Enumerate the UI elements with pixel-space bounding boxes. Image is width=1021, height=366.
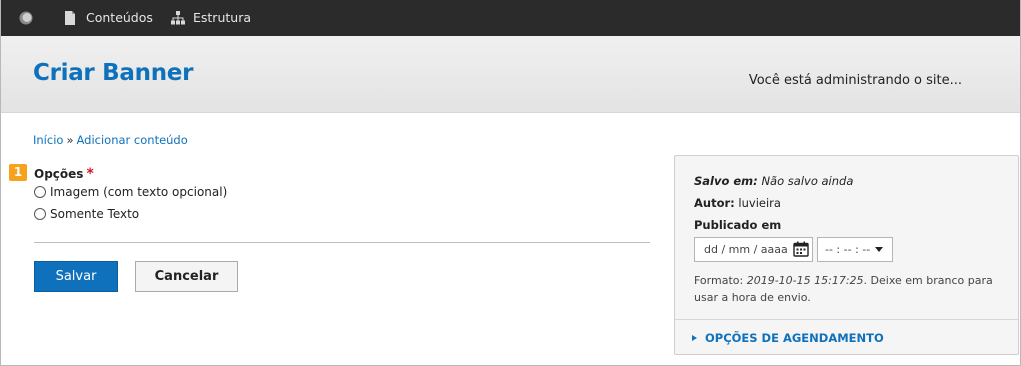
breadcrumb: Início» Adicionar conteúdo: [33, 133, 188, 147]
toolbar-item-content[interactable]: Conteúdos: [64, 0, 164, 36]
time-placeholder: -- : -- : --: [825, 243, 871, 256]
meta-side-panel: Salvo em: Não salvo ainda Autor: luvieir…: [674, 155, 1019, 355]
format-example: 2019-10-15 15:17:25: [746, 274, 864, 287]
radio-option-image[interactable]: Imagem (com texto opcional): [34, 185, 227, 199]
options-label-text: Opções: [34, 167, 84, 181]
sitemap-icon: [171, 11, 185, 25]
page-title: Criar Banner: [33, 60, 194, 86]
author-info: Autor: luvieira: [694, 196, 781, 210]
breadcrumb-home-link[interactable]: Início: [33, 133, 63, 147]
published-time-input[interactable]: -- : -- : --: [817, 237, 893, 262]
toolbar-item-label: Conteúdos: [86, 10, 153, 25]
breadcrumb-current-link[interactable]: Adicionar conteúdo: [76, 133, 187, 147]
panel-divider: [675, 319, 1018, 320]
options-label: Opções *: [34, 166, 94, 182]
cancel-button[interactable]: Cancelar: [135, 261, 238, 292]
chevron-down-icon[interactable]: [875, 247, 883, 252]
toolbar-item-structure[interactable]: Estrutura: [171, 0, 261, 36]
toolbar-item-label: Estrutura: [193, 10, 251, 25]
scheduling-options-label: OPÇÕES DE AGENDAMENTO: [705, 331, 884, 345]
author-label: Autor:: [694, 196, 735, 210]
scheduling-options-toggle[interactable]: OPÇÕES DE AGENDAMENTO: [692, 331, 884, 345]
site-admin-note: Você está administrando o site...: [748, 73, 962, 88]
format-help-text: Formato: 2019-10-15 15:17:25. Deixe em b…: [694, 272, 994, 306]
format-prefix: Formato:: [694, 274, 744, 287]
calendar-icon[interactable]: [793, 241, 809, 257]
breadcrumb-separator: »: [66, 133, 74, 147]
file-icon: [65, 11, 75, 25]
published-date-input[interactable]: dd / mm / aaaa: [694, 237, 813, 262]
required-marker: *: [86, 166, 94, 182]
form-divider: [34, 242, 650, 243]
author-value: luvieira: [738, 196, 781, 210]
save-button[interactable]: Salvar: [34, 261, 118, 292]
step-badge: 1: [9, 164, 27, 181]
published-label: Publicado em: [694, 218, 782, 232]
triangle-right-icon: [692, 335, 697, 341]
page-header: Criar Banner Você está administrando o s…: [1, 36, 1020, 113]
radio-label[interactable]: Somente Texto: [50, 207, 139, 221]
drupal-drop-icon[interactable]: [19, 11, 33, 25]
saved-value: Não salvo ainda: [761, 174, 854, 188]
admin-toolbar: Conteúdos Estrutura: [1, 0, 1020, 36]
saved-status: Salvo em: Não salvo ainda: [694, 174, 853, 188]
radio-button[interactable]: [34, 208, 46, 220]
radio-button[interactable]: [34, 186, 46, 198]
radio-option-text-only[interactable]: Somente Texto: [34, 207, 139, 221]
date-placeholder: dd / mm / aaaa: [704, 243, 788, 256]
radio-label[interactable]: Imagem (com texto opcional): [50, 185, 227, 199]
saved-label: Salvo em:: [694, 174, 758, 188]
